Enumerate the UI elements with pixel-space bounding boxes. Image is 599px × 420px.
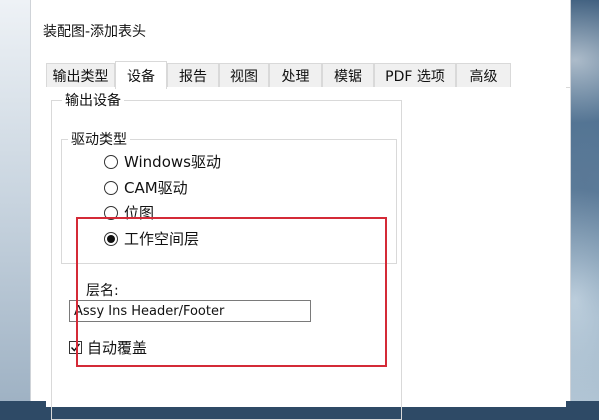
tab-pdf-options[interactable]: PDF 选项 xyxy=(374,63,456,87)
radio-button-icon xyxy=(104,205,118,220)
assembly-header-dialog: 装配图-添加表头 输出类型 设备 报告 视图 处理 模锯 PDF 选项 高级 输… xyxy=(30,0,571,420)
driver-type-group-label: 驱动类型 xyxy=(68,129,130,149)
checkbox-checked-icon xyxy=(69,341,82,354)
radio-workspace-layer-label: 工作空间层 xyxy=(124,230,200,248)
radio-button-icon xyxy=(104,180,118,195)
layer-name-input[interactable]: Assy Ins Header/Footer xyxy=(69,300,311,322)
radio-button-selected-icon xyxy=(104,231,118,246)
radio-cam-driver-label: CAM驱动 xyxy=(124,179,188,197)
output-device-group: 输出设备 驱动类型 xyxy=(51,90,402,420)
radio-cam-driver[interactable]: CAM驱动 xyxy=(104,177,188,198)
radio-workspace-layer[interactable]: 工作空间层 xyxy=(104,228,199,249)
radio-windows-driver-label: Windows驱动 xyxy=(124,153,221,171)
tab-process[interactable]: 处理 xyxy=(269,63,322,87)
tab-mold-saw[interactable]: 模锯 xyxy=(322,63,374,87)
radio-button-icon xyxy=(104,154,118,169)
radio-bitmap[interactable]: 位图 xyxy=(104,202,154,223)
tab-view[interactable]: 视图 xyxy=(219,63,269,87)
layer-name-label: 层名: xyxy=(86,283,119,299)
output-device-group-label: 输出设备 xyxy=(62,90,124,110)
tab-report[interactable]: 报告 xyxy=(167,63,219,87)
device-tab-pane: 输出设备 驱动类型 Windows驱动 CAM驱动 位图 工作空间层 层名: A… xyxy=(46,87,566,420)
auto-overwrite-label: 自动覆盖 xyxy=(87,339,148,357)
tab-bar: 输出类型 设备 报告 视图 处理 模锯 PDF 选项 高级 xyxy=(46,61,570,89)
window-edge-shadow xyxy=(0,0,30,401)
radio-bitmap-label: 位图 xyxy=(124,204,155,222)
tab-advanced[interactable]: 高级 xyxy=(456,63,511,87)
tab-device[interactable]: 设备 xyxy=(115,61,167,89)
auto-overwrite-checkbox[interactable]: 自动覆盖 xyxy=(69,337,147,358)
radio-windows-driver[interactable]: Windows驱动 xyxy=(104,151,221,172)
tab-output-type[interactable]: 输出类型 xyxy=(46,63,115,87)
dialog-title: 装配图-添加表头 xyxy=(43,24,147,40)
